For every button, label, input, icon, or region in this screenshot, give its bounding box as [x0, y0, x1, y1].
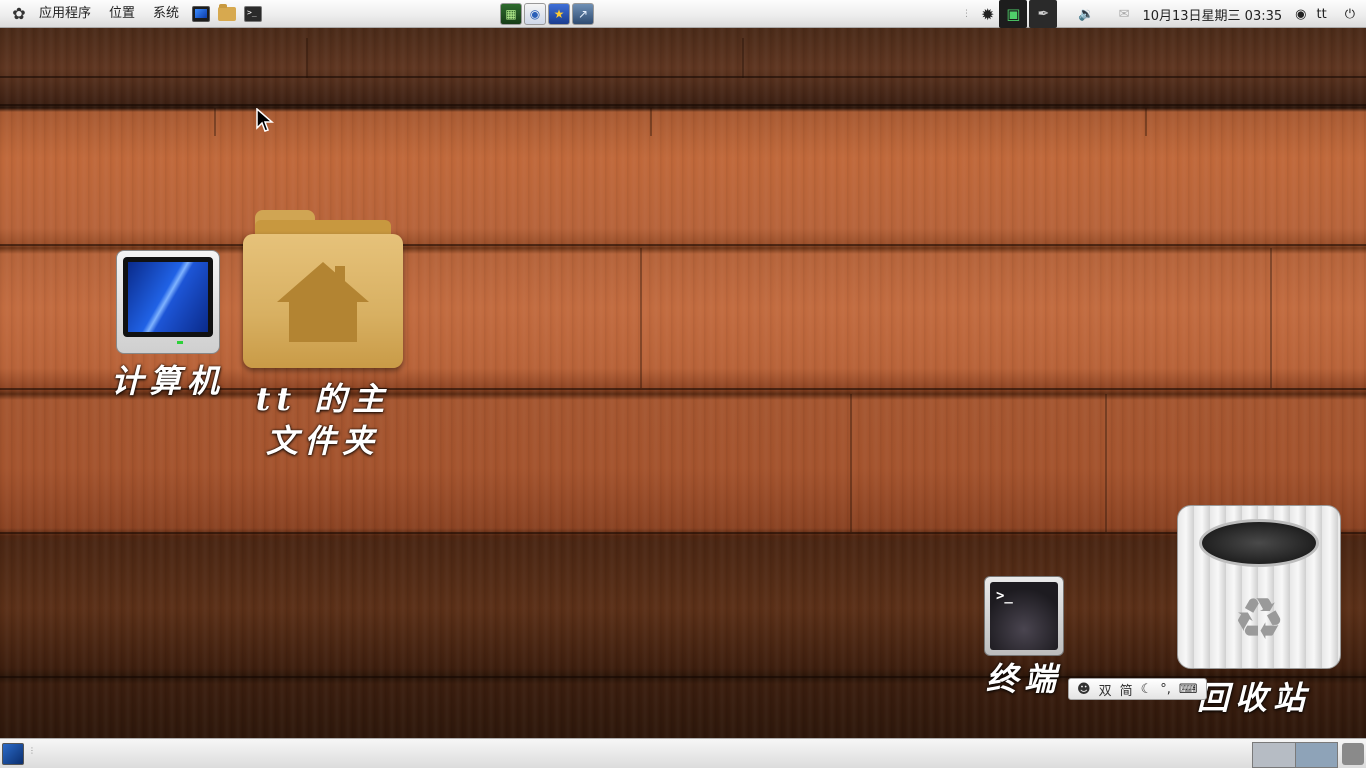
- user-name[interactable]: tt: [1312, 0, 1332, 28]
- show-desktop-icon[interactable]: [2, 743, 24, 765]
- volume-icon[interactable]: 🔉: [1073, 0, 1099, 28]
- workspace-switcher[interactable]: [1252, 742, 1338, 768]
- clock[interactable]: 10月13日星期三 03:35: [1134, 0, 1290, 28]
- workspace-1[interactable]: [1253, 743, 1295, 767]
- user-status-icon[interactable]: ◉: [1290, 0, 1311, 28]
- favorites-icon[interactable]: ★: [548, 3, 570, 25]
- top-panel: ✿ 应用程序 位置 系统 >_ ▦ ◉ ★ ↗ ⋮ ✹ ▣ ✒ 🔉 ✉ 10月1…: [0, 0, 1366, 28]
- robot-icon[interactable]: ▣: [999, 0, 1028, 28]
- soft-keyboard-icon[interactable]: ⌨: [1175, 682, 1202, 697]
- chart-monitor-icon[interactable]: ↗: [572, 3, 594, 25]
- menu-places[interactable]: 位置: [100, 0, 144, 28]
- center-launchers: ▦ ◉ ★ ↗: [499, 3, 595, 25]
- menu-system[interactable]: 系统: [144, 0, 188, 28]
- terminal-icon: >_: [984, 576, 1064, 656]
- workspace-2[interactable]: [1295, 743, 1337, 767]
- ime-punct-toggle[interactable]: °,: [1156, 682, 1175, 697]
- trash-icon: ♻: [1177, 505, 1341, 669]
- terminal-launcher-icon[interactable]: >_: [242, 3, 264, 25]
- web-browser-icon[interactable]: ◉: [524, 3, 546, 25]
- system-monitor-icon[interactable]: ▦: [500, 3, 522, 25]
- desktop-icon-terminal[interactable]: >_ 终端: [974, 576, 1074, 700]
- ime-charset-toggle[interactable]: 简: [1116, 680, 1137, 699]
- home-folder-icon: [243, 210, 403, 370]
- system-tray: ⋮ ✹ ▣ ✒ 🔉 ✉ 10月13日星期三 03:35 ◉ tt ⏻: [957, 0, 1366, 28]
- power-icon[interactable]: ⏻: [1340, 0, 1360, 28]
- bottom-panel: ⋮: [0, 738, 1366, 768]
- desktop-icon-computer[interactable]: 计算机: [100, 250, 236, 402]
- ime-mode-toggle[interactable]: 双: [1095, 680, 1116, 699]
- input-method-bar[interactable]: ☻ 双 简 ☾ °, ⌨: [1068, 678, 1207, 700]
- screenshot-tool-icon[interactable]: ✹: [976, 0, 999, 28]
- pen-tool-icon[interactable]: ✒: [1029, 0, 1058, 28]
- penguin-icon[interactable]: ☻: [1073, 682, 1095, 697]
- recycle-icon: ♻: [1233, 585, 1285, 653]
- home-folder-launcher-icon[interactable]: [216, 3, 238, 25]
- computer-launcher-icon[interactable]: [190, 3, 212, 25]
- half-width-moon-icon[interactable]: ☾: [1137, 682, 1157, 697]
- computer-label: 计算机: [110, 362, 225, 400]
- menu-applications[interactable]: 应用程序: [30, 0, 100, 28]
- panel-grip-icon: ⋮: [28, 746, 36, 755]
- computer-icon: [116, 250, 220, 354]
- gnome-foot-icon[interactable]: ✿: [8, 0, 30, 28]
- trash-applet-icon[interactable]: [1342, 743, 1364, 765]
- terminal-prompt: >_: [990, 582, 1058, 650]
- home-folder-label-line2: 文件夹: [265, 422, 380, 460]
- home-folder-label-line1: tt 的主: [255, 380, 391, 418]
- tray-grip-icon: ⋮: [961, 9, 971, 19]
- desktop-icon-home-folder[interactable]: tt 的主 文件夹: [230, 210, 416, 462]
- mail-icon[interactable]: ✉: [1114, 0, 1135, 28]
- terminal-label: 终端: [985, 660, 1062, 698]
